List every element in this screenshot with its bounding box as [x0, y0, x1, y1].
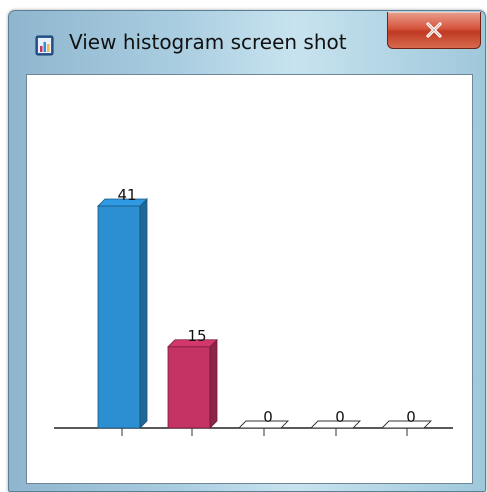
histogram-chart: 41 15 0 0 0: [54, 186, 453, 436]
bar-data-label: 41: [117, 186, 136, 204]
histogram-bar-side: [139, 198, 148, 429]
close-button[interactable]: [387, 12, 481, 49]
chart-area: 41 15 0 0 0: [26, 74, 473, 484]
histogram-bar-side: [209, 338, 218, 429]
histogram-bar: [97, 205, 141, 429]
bar-data-label: 15: [187, 327, 206, 345]
histogram-app-icon: [33, 33, 57, 57]
bar-data-label: 0: [335, 408, 345, 426]
window-title: View histogram screen shot: [69, 30, 347, 54]
bar-data-label: 0: [263, 408, 273, 426]
histogram-window: View histogram screen shot 41 15 0 0 0: [8, 10, 486, 492]
bar-data-label: 0: [406, 408, 416, 426]
window-titlebar[interactable]: View histogram screen shot: [9, 11, 485, 73]
histogram-bar: [167, 346, 211, 429]
close-icon: [425, 22, 443, 38]
